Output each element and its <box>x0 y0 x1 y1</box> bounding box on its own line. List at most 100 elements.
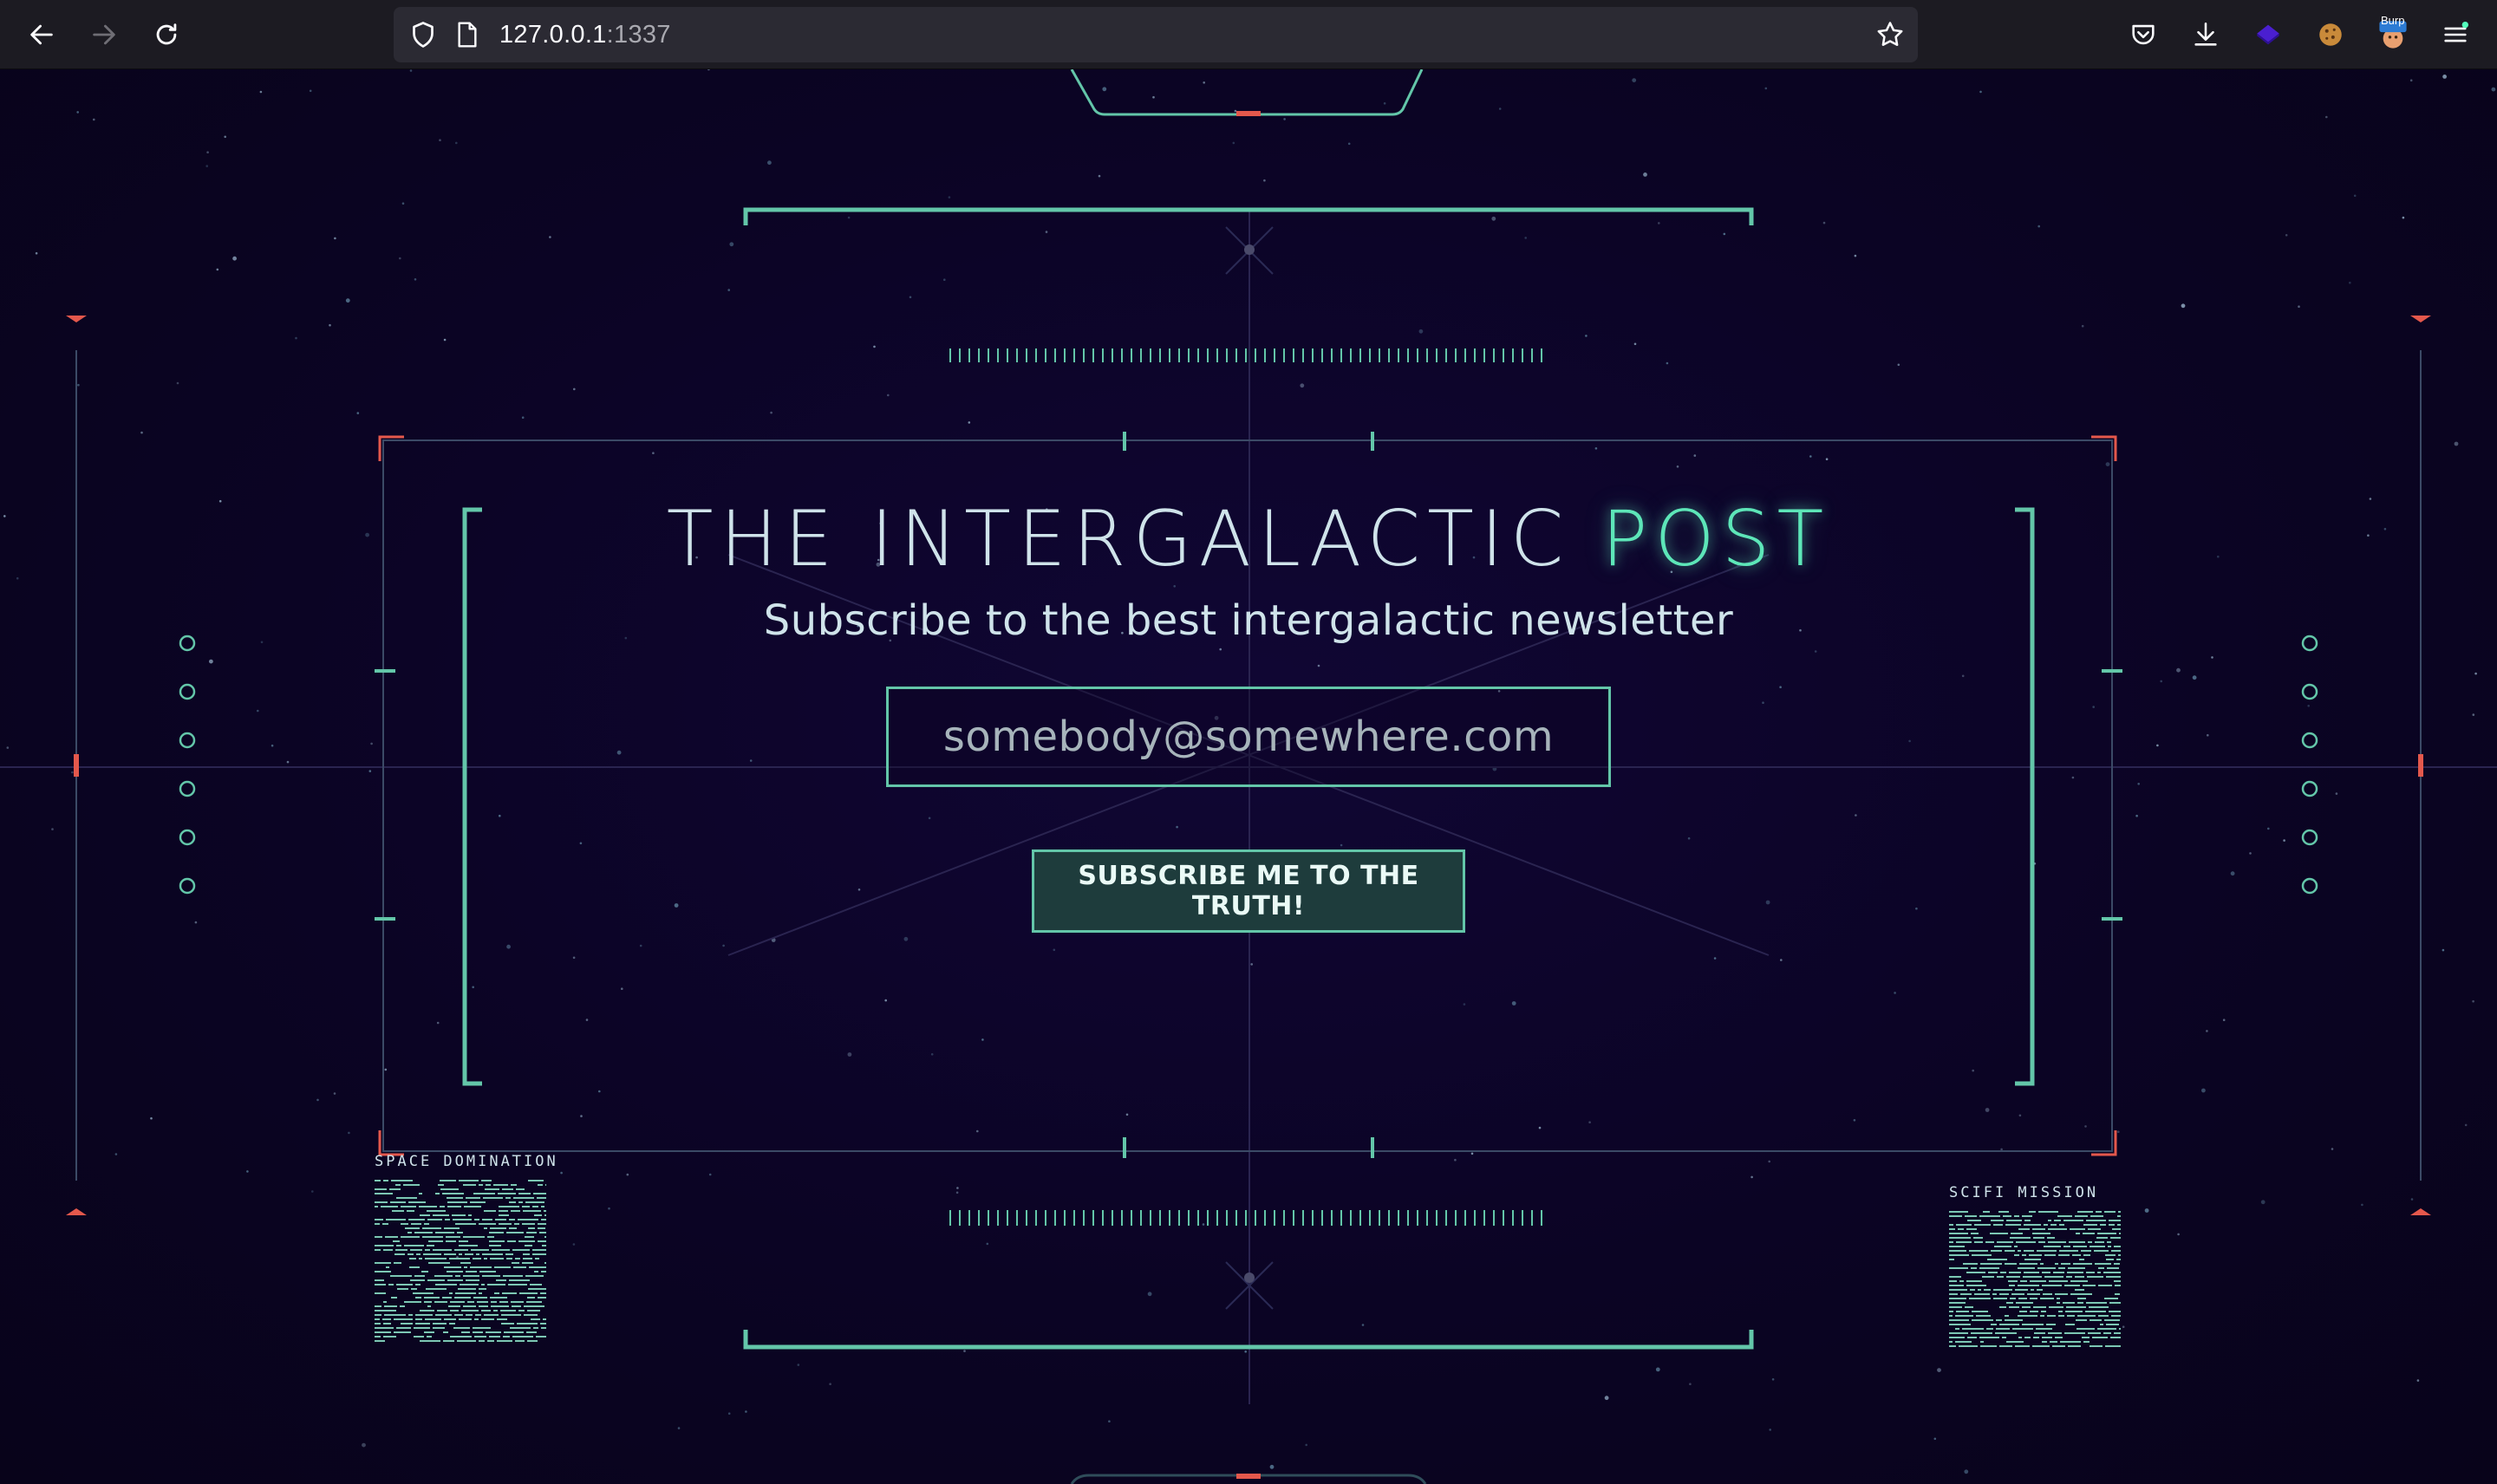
star <box>246 1170 249 1173</box>
star <box>722 944 725 947</box>
star <box>333 1092 336 1095</box>
star <box>1713 957 1717 960</box>
star <box>2081 324 2084 328</box>
star <box>2331 1148 2334 1150</box>
star <box>621 987 623 990</box>
back-button[interactable] <box>21 14 62 55</box>
star <box>2156 744 2159 747</box>
star <box>77 383 80 387</box>
url-text[interactable]: 127.0.0.1:1337 <box>499 21 671 49</box>
star <box>955 1191 959 1194</box>
star <box>370 742 373 745</box>
star <box>295 336 297 340</box>
star <box>2491 87 2496 92</box>
star <box>1765 900 1770 905</box>
star <box>2283 839 2285 842</box>
star <box>1045 231 1048 233</box>
star <box>216 268 219 271</box>
email-input[interactable] <box>886 687 1611 787</box>
right-circle-indicators <box>2301 635 2318 895</box>
star <box>2181 303 2186 309</box>
star <box>176 381 179 385</box>
star <box>1604 1396 1609 1401</box>
url-bar[interactable]: 127.0.0.1:1337 <box>394 7 1918 62</box>
burp-extension-button[interactable]: Burp <box>2374 14 2412 54</box>
star <box>2222 1019 2226 1021</box>
star <box>1658 222 1660 225</box>
star <box>1908 739 1911 743</box>
star <box>1897 363 1900 367</box>
pocket-button[interactable] <box>2124 16 2162 54</box>
star <box>1147 1292 1152 1297</box>
top-ruler <box>949 348 1542 362</box>
star <box>1176 825 1178 829</box>
star <box>1768 1160 1770 1163</box>
subscribe-button[interactable]: SUBSCRIBE ME TO THE TRUTH! <box>1032 849 1465 933</box>
star <box>311 1190 314 1193</box>
star <box>2071 776 2075 779</box>
star <box>1769 1429 1771 1431</box>
star <box>1588 1121 1591 1123</box>
shield-icon[interactable] <box>407 19 439 50</box>
star <box>1108 1420 1111 1422</box>
star <box>1244 1351 1247 1353</box>
star <box>1454 1158 1457 1162</box>
star <box>903 936 909 941</box>
star <box>206 151 209 153</box>
left-data-block <box>375 1180 546 1342</box>
extension-button[interactable] <box>2249 16 2287 54</box>
star <box>2137 783 2140 785</box>
downloads-button[interactable] <box>2187 16 2225 54</box>
star <box>2325 115 2328 119</box>
top-notch <box>1070 69 1424 116</box>
star <box>847 1052 852 1057</box>
star <box>616 750 622 755</box>
star <box>598 1090 601 1093</box>
menu-icon <box>2444 21 2469 42</box>
bottom-ruler <box>949 1210 1542 1226</box>
star <box>51 828 54 830</box>
bookmark-star-icon[interactable] <box>1874 19 1906 50</box>
star <box>1125 1113 1129 1116</box>
star <box>2416 1379 2420 1382</box>
star <box>2454 441 2459 446</box>
star <box>2211 656 2213 659</box>
star <box>1361 1324 1365 1326</box>
forward-button[interactable] <box>83 14 125 55</box>
star <box>1779 686 1782 688</box>
star <box>348 1131 350 1135</box>
star <box>6 746 10 749</box>
star <box>2402 216 2405 219</box>
star <box>986 1242 989 1246</box>
star <box>309 89 312 93</box>
star <box>2249 852 2252 855</box>
star <box>2472 999 2474 1003</box>
cookie-extension-button[interactable] <box>2311 16 2350 54</box>
star <box>2353 194 2357 198</box>
back-icon <box>30 24 53 45</box>
star <box>1538 1126 1542 1129</box>
star <box>2092 706 2095 708</box>
star <box>1263 179 1266 182</box>
star <box>1894 992 1896 994</box>
cookie-icon <box>2319 23 2342 46</box>
star <box>2267 827 2270 830</box>
star <box>1232 141 1235 145</box>
star <box>1633 342 1637 346</box>
star <box>286 760 290 764</box>
star <box>956 1187 959 1189</box>
star <box>506 944 511 949</box>
star <box>71 771 74 774</box>
top-sight-dot <box>1244 244 1255 255</box>
menu-button[interactable] <box>2436 16 2474 54</box>
left-circle-indicators <box>179 635 196 895</box>
space-domination-label: SPACE DOMINATION <box>375 1153 558 1170</box>
star <box>1283 118 1286 120</box>
reload-button[interactable] <box>146 14 187 55</box>
star <box>560 1171 563 1175</box>
star <box>708 1173 712 1176</box>
star <box>329 323 331 327</box>
star <box>1594 447 1598 450</box>
star <box>1666 361 1669 365</box>
star <box>1933 1437 1937 1441</box>
